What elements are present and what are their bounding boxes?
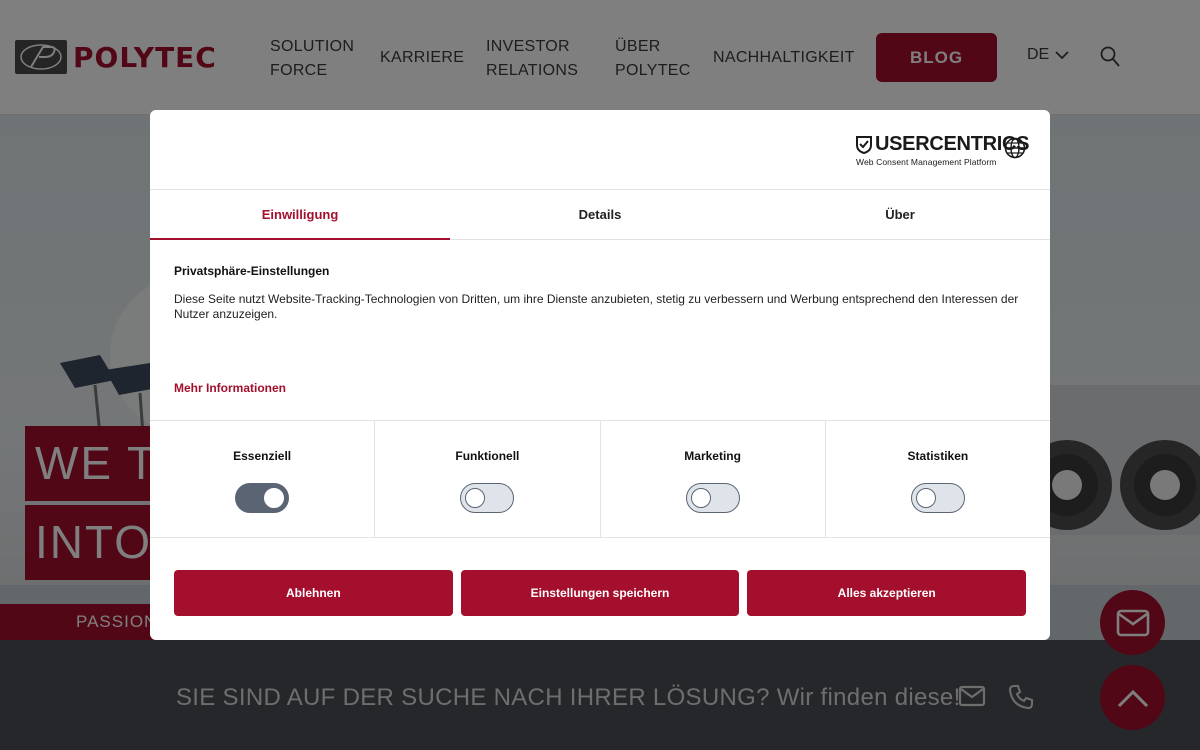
consent-categories: Essenziell Funktionell Marketing Statist… xyxy=(150,420,1050,538)
category-label: Essenziell xyxy=(233,449,292,463)
accept-all-button[interactable]: Alles akzeptieren xyxy=(747,570,1027,616)
category-marketing: Marketing xyxy=(601,421,826,537)
category-funktionell: Funktionell xyxy=(375,421,601,537)
tab-ueber[interactable]: Über xyxy=(750,190,1050,239)
globe-icon[interactable] xyxy=(1004,137,1026,159)
save-settings-button[interactable]: Einstellungen speichern xyxy=(460,570,740,616)
category-statistiken: Statistiken xyxy=(826,421,1050,537)
toggle-marketing[interactable] xyxy=(685,483,740,513)
category-label: Marketing xyxy=(684,449,741,463)
category-label: Funktionell xyxy=(455,449,520,463)
consent-header: USERCENTRICS Web Consent Management Plat… xyxy=(150,110,1050,190)
toggle-statistiken[interactable] xyxy=(910,483,965,513)
consent-tabs: Einwilligung Details Über xyxy=(150,190,1050,240)
consent-heading: Privatsphäre-Einstellungen xyxy=(174,264,330,278)
toggle-knob xyxy=(264,488,285,508)
consent-text: Diese Seite nutzt Website-Tracking-Techn… xyxy=(174,292,1019,321)
more-info-link[interactable]: Mehr Informationen xyxy=(174,381,286,395)
shield-check-icon xyxy=(856,135,872,154)
consent-body: Privatsphäre-Einstellungen Diese Seite n… xyxy=(150,240,1050,420)
toggle-knob xyxy=(915,488,936,508)
category-label: Statistiken xyxy=(907,449,969,463)
toggle-essenziell[interactable] xyxy=(235,483,290,513)
reject-button[interactable]: Ablehnen xyxy=(174,570,453,616)
toggle-funktionell[interactable] xyxy=(460,483,515,513)
consent-actions: Ablehnen Einstellungen speichern Alles a… xyxy=(150,538,1050,616)
tab-einwilligung[interactable]: Einwilligung xyxy=(150,190,450,240)
consent-dialog: USERCENTRICS Web Consent Management Plat… xyxy=(150,110,1050,640)
toggle-knob xyxy=(465,488,486,508)
toggle-knob xyxy=(690,488,711,508)
tab-details[interactable]: Details xyxy=(450,190,750,239)
category-essenziell: Essenziell xyxy=(150,421,376,537)
